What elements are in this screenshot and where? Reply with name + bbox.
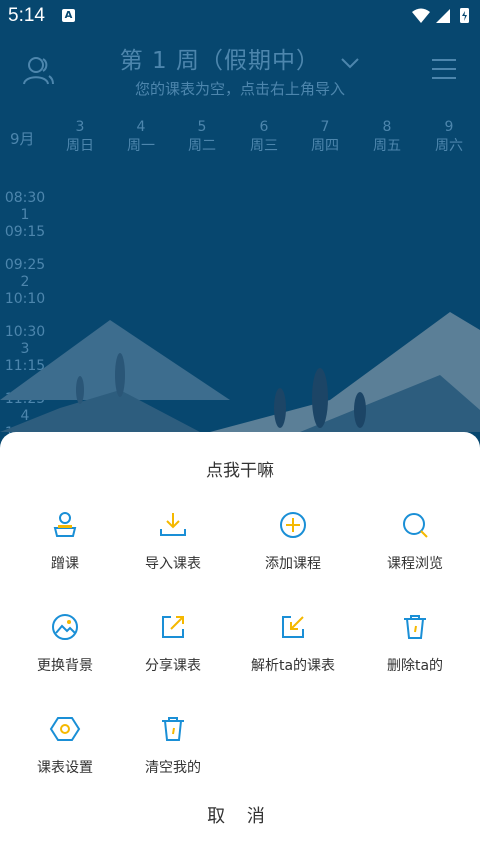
day-weekday: 周六	[435, 138, 463, 154]
day-weekday: 周四	[311, 138, 339, 154]
add-circle-icon	[280, 512, 306, 538]
trash-icon	[404, 615, 426, 639]
day-date: 7	[320, 119, 330, 135]
day-weekday: 周三	[250, 138, 278, 154]
action-label: 分享课表	[145, 658, 201, 674]
day-date: 3	[75, 119, 85, 135]
attend-class-icon	[53, 512, 77, 537]
week-title: 第 1 周（假期中）	[119, 48, 320, 74]
cancel-button[interactable]: 取 消	[0, 802, 480, 828]
chevron-down-icon	[340, 49, 360, 75]
day-date: 9	[444, 119, 454, 135]
day-date: 6	[259, 119, 269, 135]
day-weekday: 周二	[188, 138, 216, 154]
add-course-button[interactable]: 添加课程	[233, 509, 353, 599]
day-column: 8 周五	[362, 118, 412, 156]
parse-icon	[282, 616, 304, 638]
day-column: 6 周三	[239, 118, 289, 156]
delete-their-button[interactable]: 删除ta的	[355, 611, 475, 701]
browse-courses-button[interactable]: 课程浏览	[355, 509, 475, 599]
slot-start: 09:25	[4, 257, 46, 273]
action-label: 导入课表	[145, 556, 201, 572]
change-background-button[interactable]: 更换背景	[5, 611, 125, 701]
share-icon	[162, 616, 184, 638]
day-date: 5	[197, 119, 207, 135]
status-icons	[410, 6, 472, 31]
sheet-title: 点我干嘛	[206, 461, 274, 481]
action-sheet: 点我干嘛 蹭课 导入课表 添加课程 课程浏览 更换背景 分享课表 解析ta的课表…	[0, 432, 480, 853]
slot-end: 09:15	[4, 224, 46, 240]
download-icon	[160, 513, 186, 536]
clear-icon	[162, 717, 184, 741]
slot-number: 2	[20, 274, 30, 290]
menu-button[interactable]	[432, 58, 456, 80]
share-schedule-button[interactable]: 分享课表	[113, 611, 233, 701]
action-label: 蹭课	[51, 556, 79, 572]
day-column: 4 周一	[116, 118, 166, 156]
import-schedule-button[interactable]: 导入课表	[113, 509, 233, 599]
menu-icon	[432, 59, 456, 79]
action-label: 课程浏览	[387, 556, 443, 572]
slot-start: 08:30	[4, 190, 46, 206]
day-date: 4	[136, 119, 146, 135]
time-slot: 08:30 1 09:15	[0, 190, 50, 241]
month-label: 9月	[10, 130, 35, 148]
notification-badge-icon: A	[62, 9, 75, 22]
day-weekday: 周一	[127, 138, 155, 154]
schedule-settings-button[interactable]: 课表设置	[5, 713, 125, 803]
day-column: 7 周四	[300, 118, 350, 156]
attend-class-button[interactable]: 蹭课	[5, 509, 125, 599]
day-column: 5 周二	[177, 118, 227, 156]
week-selector[interactable]: 第 1 周（假期中）	[0, 41, 480, 75]
image-icon	[52, 614, 78, 640]
slot-number: 1	[20, 207, 30, 223]
search-icon	[403, 513, 428, 538]
days-header: 9月 3 周日 4 周一 5 周二 6 周三 7 周四 8 周五 9 周六	[0, 118, 480, 162]
action-label: 添加课程	[265, 556, 321, 572]
day-weekday: 周日	[66, 138, 94, 154]
action-label: 解析ta的课表	[250, 658, 336, 674]
signal-icon	[436, 9, 450, 23]
settings-icon	[49, 717, 81, 741]
status-time: 5:14	[8, 5, 45, 26]
clear-mine-button[interactable]: 清空我的	[113, 713, 233, 803]
wifi-icon	[412, 8, 430, 23]
subtitle: 您的课表为空，点击右上角导入	[134, 80, 345, 98]
action-label: 更换背景	[37, 658, 93, 674]
action-label: 课表设置	[37, 760, 93, 776]
action-label: 清空我的	[145, 760, 201, 776]
day-date: 8	[382, 119, 392, 135]
day-weekday: 周五	[373, 138, 401, 154]
day-column: 3 周日	[55, 118, 105, 156]
day-column: 9 周六	[424, 118, 474, 156]
status-bar: 5:14 A	[0, 0, 480, 32]
parse-schedule-button[interactable]: 解析ta的课表	[233, 611, 353, 701]
action-label: 删除ta的	[386, 658, 444, 674]
